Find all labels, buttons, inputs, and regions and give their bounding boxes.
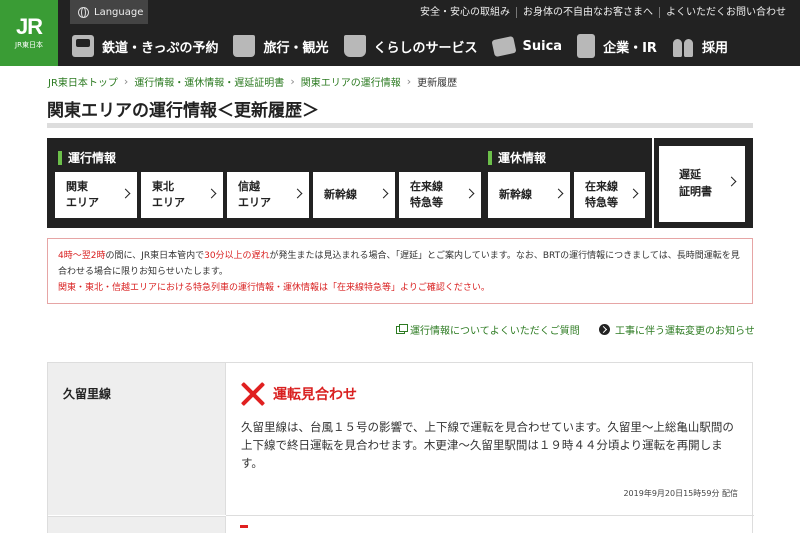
operation-heading-text: 運行情報 <box>68 151 117 165</box>
top-link-accessibility[interactable]: お身体の不自由なお客さまへ <box>516 6 659 18</box>
breadcrumb-operation-info[interactable]: 運行情報・運休情報・遅延証明書 <box>134 74 284 89</box>
suspension-button-limited-express[interactable]: 在来線 特急等 <box>574 172 645 218</box>
status-detail: 久留里線は、台風１５号の影響で、上下線で運転を見合わせています。久留里～上総亀山… <box>241 420 734 470</box>
status-table: 久留里線 運転見合わせ 久留里線は、台風１５号の影響で、上下線で運転を見合わせて… <box>47 362 754 533</box>
chevron-right-icon <box>120 188 131 199</box>
logo-mark: JR <box>15 14 43 39</box>
language-button[interactable]: Language <box>70 0 148 24</box>
nav-label: くらしのサービス <box>373 40 478 56</box>
top-link-faq[interactable]: よくいただくお問い合わせ <box>659 6 792 18</box>
chevron-right-icon <box>553 188 564 199</box>
op-button-label: 在来線 特急等 <box>410 180 443 209</box>
nav-railway[interactable]: 鉄道・きっぷの予約 <box>66 28 227 64</box>
train-icon <box>72 35 94 57</box>
breadcrumb-top[interactable]: JR東日本トップ <box>48 74 118 89</box>
certificate-label: 遅延 証明書 <box>679 168 712 198</box>
breadcrumb: JR東日本トップ › 運行情報・運休情報・遅延証明書 › 関東エリアの運行情報 … <box>48 74 457 89</box>
partial-status-icon <box>236 523 252 533</box>
chevron-right-icon: › <box>123 75 129 88</box>
nav-label: Suica <box>522 38 563 54</box>
globe-icon <box>78 6 89 18</box>
top-utility-links: 安全・安心の取組み お身体の不自由なお客さまへ よくいただくお問い合わせ <box>414 0 792 24</box>
main-nav: 鉄道・きっぷの予約 旅行・観光 くらしのサービス Suica 企業・IR 採用 <box>66 28 737 64</box>
nav-label: 採用 <box>701 40 728 56</box>
cross-icon <box>240 381 266 407</box>
faq-link-text: 運行情報についてよくいただくご質問 <box>410 326 580 337</box>
op-button-label: 在来線 特急等 <box>585 180 618 209</box>
chevron-right-icon <box>726 176 737 187</box>
chevron-right-icon <box>292 188 303 199</box>
circle-arrow-icon <box>599 324 610 335</box>
op-button-limited-express[interactable]: 在来線 特急等 <box>399 172 481 218</box>
suspension-heading-text: 運休情報 <box>498 151 547 165</box>
nav-recruit[interactable]: 採用 <box>666 28 737 64</box>
suspension-button-shinkansen[interactable]: 新幹線 <box>488 172 570 218</box>
chevron-right-icon <box>628 188 639 199</box>
chevron-right-icon <box>464 188 475 199</box>
construction-link-text: 工事に伴う運転変更のお知らせ <box>615 326 755 337</box>
delay-certificate-button[interactable]: 遅延 証明書 <box>659 146 745 222</box>
chevron-right-icon: › <box>406 75 412 88</box>
logo-text: JR東日本 <box>15 41 43 49</box>
operation-heading: 運行情報 <box>58 149 116 166</box>
construction-link[interactable]: 工事に伴う運転変更のお知らせ <box>599 322 755 337</box>
chevron-right-icon <box>378 188 389 199</box>
op-button-label: 関東 エリア <box>66 180 99 209</box>
heading-bar <box>58 150 62 165</box>
op-button-label: 東北 エリア <box>152 180 185 209</box>
op-button-shinkansen[interactable]: 新幹線 <box>313 172 395 218</box>
op-button-label: 新幹線 <box>499 188 532 201</box>
operation-info-panel: 運行情報 運休情報 関東 エリア 東北 エリア 信越 エリア 新幹線 在来線 特急等 新… <box>47 138 652 228</box>
jr-east-logo[interactable]: JR JR東日本 <box>0 0 58 66</box>
op-button-kanto[interactable]: 関東 エリア <box>55 172 137 218</box>
site-header: JR JR東日本 Language 安全・安心の取組み お身体の不自由なお客さま… <box>0 0 800 66</box>
chevron-right-icon <box>206 188 217 199</box>
nav-label: 企業・IR <box>603 40 657 56</box>
notice-paragraph-2: 関東・東北・信越エリアにおける特急列車の運行情報・運休情報は「在来線特急等」より… <box>58 283 490 293</box>
nav-label: 旅行・観光 <box>263 40 329 56</box>
breadcrumb-kanto[interactable]: 関東エリアの運行情報 <box>301 74 401 89</box>
op-button-label: 信越 エリア <box>238 180 271 209</box>
page-title: 関東エリアの運行情報＜更新履歴＞ <box>47 101 319 121</box>
status-header: 運転見合わせ <box>240 381 357 407</box>
nav-corporate[interactable]: 企業・IR <box>571 28 666 64</box>
status-label: 運転見合わせ <box>273 387 357 403</box>
next-line-cell <box>48 516 226 533</box>
suspension-heading: 運休情報 <box>488 149 546 166</box>
breadcrumb-current: 更新履歴 <box>417 78 458 89</box>
status-timestamp: 2019年9月20日15時59分 配信 <box>623 489 738 498</box>
top-link-safety[interactable]: 安全・安心の取組み <box>414 7 516 18</box>
suitcase-icon <box>233 35 256 57</box>
nav-travel[interactable]: 旅行・観光 <box>227 28 337 64</box>
delay-notice: 4時～翌2時の間に、JR東日本管内で30分以上の遅れが発生または見込まれる場合、… <box>47 238 753 304</box>
building-icon <box>577 34 596 58</box>
op-button-label: 新幹線 <box>324 188 357 201</box>
people-icon <box>672 35 694 57</box>
heading-bar <box>488 150 492 165</box>
card-icon <box>490 35 517 57</box>
op-button-tohoku[interactable]: 東北 エリア <box>141 172 223 218</box>
chevron-right-icon: › <box>290 75 295 88</box>
nav-lifestyle[interactable]: くらしのサービス <box>338 28 487 64</box>
op-button-shinetsu[interactable]: 信越 エリア <box>227 172 309 218</box>
shopping-bag-icon <box>343 35 366 57</box>
title-divider <box>47 123 753 128</box>
notice-paragraph-1: 4時～翌2時の間に、JR東日本管内で30分以上の遅れが発生または見込まれる場合、… <box>58 251 740 277</box>
nav-suica[interactable]: Suica <box>487 28 572 64</box>
external-window-icon <box>396 323 408 334</box>
row-divider <box>226 515 754 516</box>
language-label: Language <box>94 6 144 18</box>
line-name: 久留里線 <box>48 363 226 515</box>
nav-label: 鉄道・きっぷの予約 <box>102 40 219 56</box>
faq-link[interactable]: 運行情報についてよくいただくご質問 <box>396 322 580 337</box>
